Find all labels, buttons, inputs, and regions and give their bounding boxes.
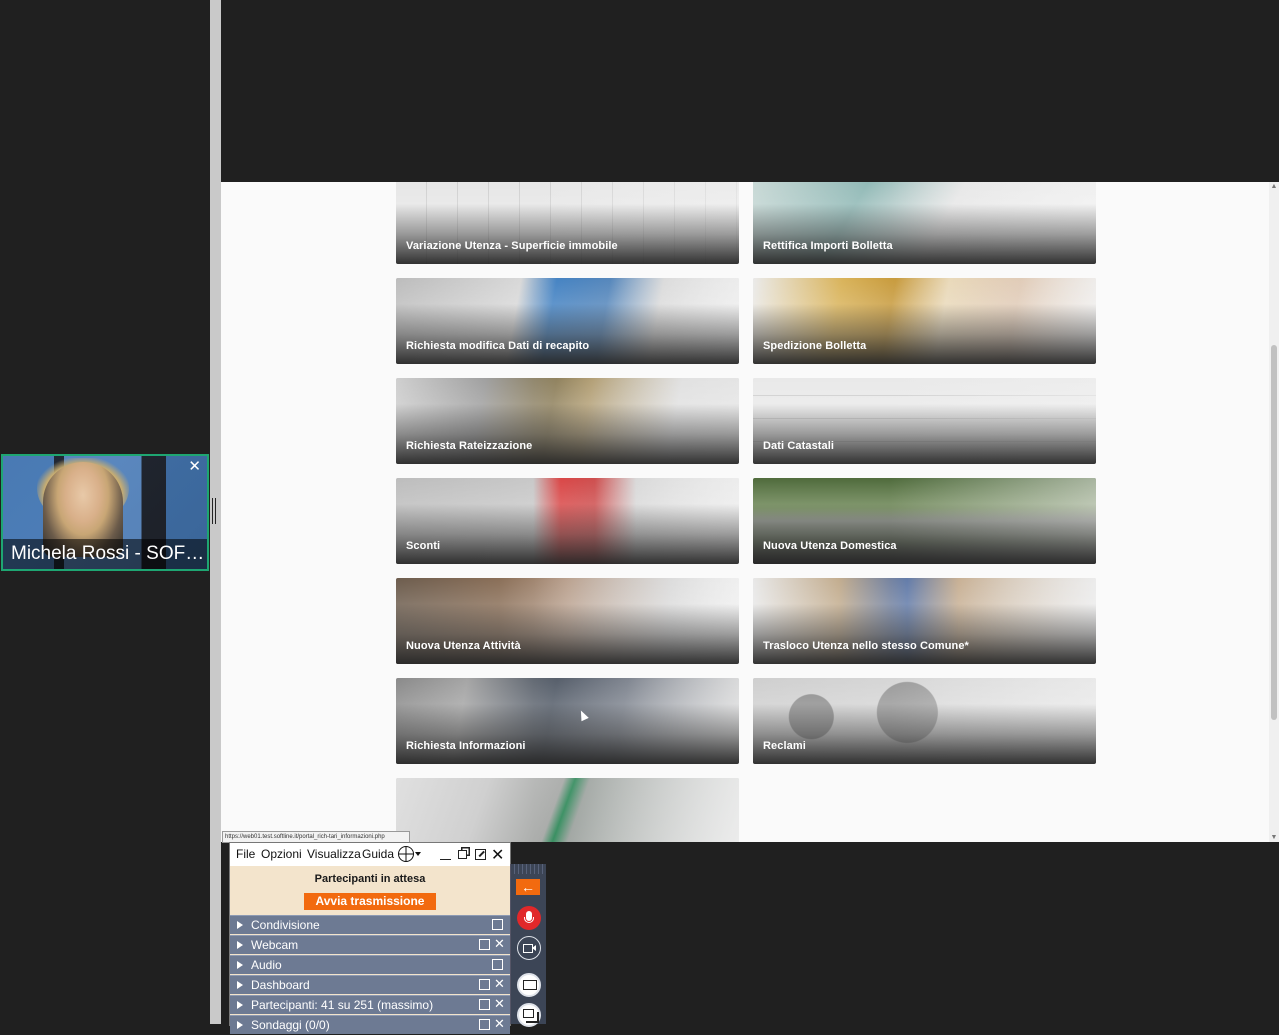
card-label: Variazione Utenza - Superficie immobile — [406, 240, 618, 252]
shared-webpage: Variazione Utenza - Superficie immobile … — [221, 182, 1279, 842]
expand-arrow-icon[interactable] — [237, 941, 243, 949]
close-icon[interactable]: ✕ — [494, 975, 505, 993]
window-shape — [523, 1009, 534, 1018]
card-label: Richiesta modifica Dati di recapito — [406, 340, 590, 352]
screen-shape — [523, 980, 537, 990]
card-label: Dati Catastali — [763, 440, 835, 452]
waiting-participants-title: Partecipanti in attesa — [314, 873, 426, 885]
card-label: Richiesta Informazioni — [406, 740, 526, 752]
expand-arrow-icon[interactable] — [237, 1001, 243, 1009]
resize-grip-icon[interactable] — [212, 498, 218, 524]
card-label: Nuova Utenza Domestica — [763, 540, 897, 552]
close-icon[interactable]: ✕ — [491, 845, 504, 865]
service-card[interactable]: Richiesta Rateizzazione — [396, 378, 739, 464]
toolbar-grip[interactable] — [511, 864, 546, 874]
popout-icon[interactable] — [479, 979, 490, 990]
scrollbar-thumb[interactable] — [1271, 345, 1277, 720]
expand-arrow-icon[interactable] — [237, 981, 243, 989]
section-label: Condivisione — [251, 918, 320, 932]
minimize-icon[interactable] — [440, 849, 451, 860]
card-label: Reclami — [763, 740, 806, 752]
language-globe-icon[interactable] — [398, 846, 414, 862]
close-icon[interactable]: ✕ — [494, 935, 505, 953]
menu-options[interactable]: Opzioni — [261, 847, 302, 861]
service-card[interactable]: Rettifica Importi Bolletta — [753, 182, 1096, 264]
popout-icon[interactable] — [492, 919, 503, 930]
section-dashboard[interactable]: Dashboard ✕ — [230, 975, 510, 994]
control-panel: File Opzioni Visualizza Guida ✕ Partecip… — [229, 842, 511, 1034]
service-card[interactable]: Reclami — [753, 678, 1096, 764]
service-card[interactable] — [396, 778, 739, 842]
popout-icon[interactable] — [475, 849, 486, 860]
card-label: Sconti — [406, 540, 441, 552]
microphone-icon[interactable] — [517, 906, 541, 930]
service-card[interactable]: Richiesta modifica Dati di recapito — [396, 278, 739, 364]
section-label: Webcam — [251, 938, 299, 952]
scroll-up-icon[interactable]: ▲ — [1270, 183, 1278, 190]
popout-icon[interactable] — [479, 939, 490, 950]
service-card[interactable]: Sconti — [396, 478, 739, 564]
start-broadcast-button[interactable]: Avvia trasmissione — [304, 893, 436, 910]
popout-icon[interactable] — [479, 999, 490, 1010]
service-card[interactable]: Variazione Utenza - Superficie immobile — [396, 182, 739, 264]
service-card[interactable]: Richiesta Informazioni — [396, 678, 739, 764]
side-toolbar: ← — [510, 864, 546, 1027]
card-label: Spedizione Bolletta — [763, 340, 867, 352]
expand-arrow-icon[interactable] — [237, 961, 243, 969]
chevron-down-icon[interactable] — [415, 852, 421, 856]
service-card[interactable]: Spedizione Bolletta — [753, 278, 1096, 364]
popout-icon[interactable] — [492, 959, 503, 970]
service-card[interactable]: Nuova Utenza Attività — [396, 578, 739, 664]
card-label: Trasloco Utenza nello stesso Comune* — [763, 640, 969, 652]
service-card[interactable]: Trasloco Utenza nello stesso Comune* — [753, 578, 1096, 664]
card-label: Nuova Utenza Attività — [406, 640, 521, 652]
section-participants[interactable]: Partecipanti: 41 su 251 (massimo) ✕ — [230, 995, 510, 1014]
section-label: Audio — [251, 958, 282, 972]
expand-arrow-icon[interactable] — [237, 1021, 243, 1029]
section-label: Partecipanti: 41 su 251 (massimo) — [251, 998, 434, 1012]
service-card[interactable]: Dati Catastali — [753, 378, 1096, 464]
card-shade — [396, 478, 739, 564]
section-label: Dashboard — [251, 978, 310, 992]
participants-column: Michela Rossi - SOFTLINE ✕ — [0, 0, 210, 1024]
scroll-down-icon[interactable]: ▼ — [1270, 834, 1278, 841]
expand-arrow-icon[interactable] — [237, 921, 243, 929]
screen-share-icon[interactable] — [517, 973, 541, 997]
mic-stand — [524, 917, 534, 923]
window-share-icon[interactable] — [517, 1003, 541, 1027]
panel-sections: Condivisione Webcam ✕ Audio Dashboard ✕ … — [230, 915, 510, 1035]
section-audio[interactable]: Audio — [230, 955, 510, 974]
section-polls[interactable]: Sondaggi (0/0) ✕ — [230, 1015, 510, 1034]
participant-name: Michela Rossi - SOFTLINE — [11, 543, 207, 564]
webcam-icon[interactable] — [517, 936, 541, 960]
card-label: Rettifica Importi Bolletta — [763, 240, 893, 252]
participant-video-tile[interactable]: Michela Rossi - SOFTLINE ✕ — [1, 454, 209, 571]
card-label: Richiesta Rateizzazione — [406, 440, 533, 452]
camera-lens — [532, 945, 536, 951]
restore-icon[interactable] — [458, 850, 467, 859]
close-icon[interactable]: ✕ — [494, 995, 505, 1013]
section-webcam[interactable]: Webcam ✕ — [230, 935, 510, 954]
card-fade — [396, 778, 739, 842]
page-scrollbar[interactable]: ▲ ▼ — [1269, 182, 1279, 842]
menu-file[interactable]: File — [236, 847, 255, 861]
panel-menubar: File Opzioni Visualizza Guida ✕ — [230, 843, 510, 866]
arrow-left-icon[interactable]: ← — [516, 879, 540, 895]
section-label: Sondaggi (0/0) — [251, 1018, 330, 1032]
menu-view[interactable]: Visualizza — [307, 847, 361, 861]
close-icon[interactable]: ✕ — [494, 1015, 505, 1033]
section-sharing[interactable]: Condivisione — [230, 915, 510, 934]
popout-icon[interactable] — [479, 1019, 490, 1030]
close-video-icon[interactable]: ✕ — [188, 457, 201, 475]
menu-help[interactable]: Guida — [362, 847, 394, 861]
service-card[interactable]: Nuova Utenza Domestica — [753, 478, 1096, 564]
